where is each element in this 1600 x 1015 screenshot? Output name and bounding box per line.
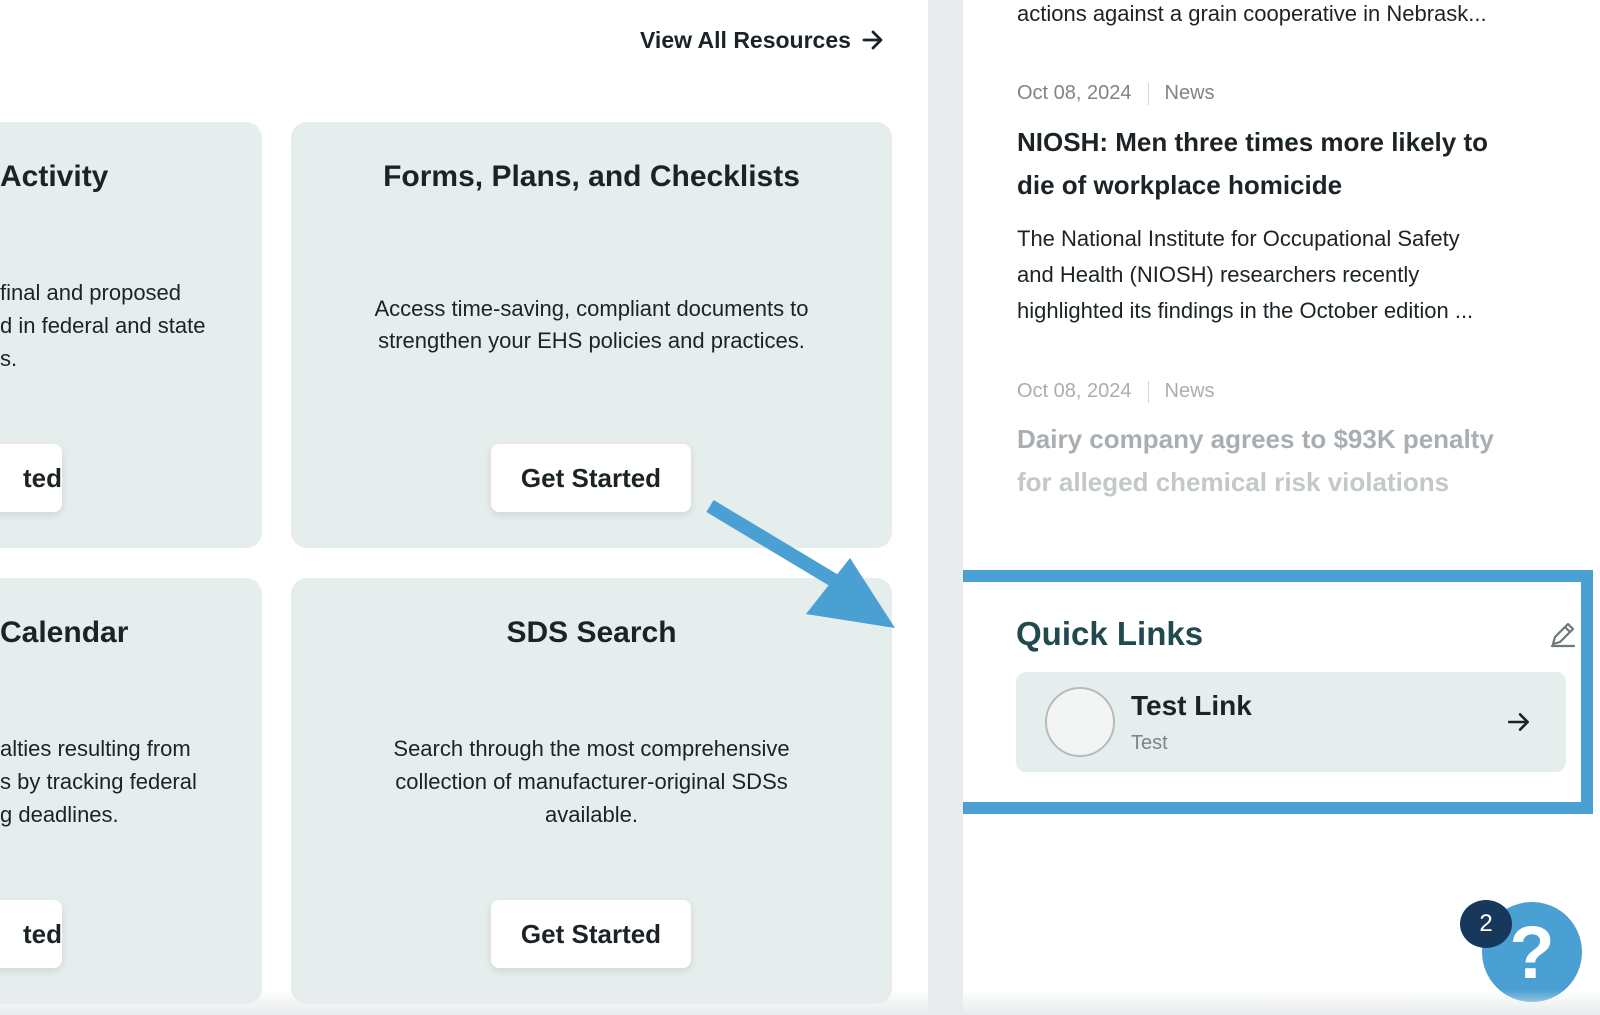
news-category: News	[1164, 380, 1215, 402]
resource-card-calendar: Calendar alties resulting from s by trac…	[0, 578, 262, 1004]
bottom-shadow	[0, 990, 1600, 1015]
card-desc-line: available.	[545, 802, 638, 827]
news-summary-line: The National Institute for Occupational …	[1017, 226, 1460, 251]
get-started-button[interactable]: ted	[0, 444, 62, 512]
help-icon: ?	[1509, 910, 1555, 994]
news-meta: Oct 08, 2024 News	[1017, 82, 1215, 105]
card-desc-line: g deadlines.	[0, 802, 119, 827]
get-started-button[interactable]: Get Started	[491, 444, 691, 512]
get-started-button[interactable]: Get Started	[491, 900, 691, 968]
card-desc-line: s.	[0, 346, 18, 371]
card-desc-line: alties resulting from	[0, 736, 191, 761]
card-desc-line: Search through the most comprehensive	[393, 736, 790, 761]
card-desc-line: final and proposed	[0, 280, 182, 305]
panel-divider	[928, 0, 963, 1015]
meta-divider	[1147, 82, 1149, 105]
resource-card-activity: Activity final and proposed d in federal…	[0, 122, 262, 548]
news-summary-line: highlighted its findings in the October …	[1017, 298, 1474, 323]
news-category: News	[1164, 82, 1215, 104]
news-title-line[interactable]: die of workplace homicide	[1017, 164, 1537, 207]
view-all-label: View All Resources	[640, 26, 851, 53]
quick-link-subtitle: Test	[1131, 732, 1168, 754]
news-date: Oct 08, 2024	[1017, 82, 1132, 104]
news-date: Oct 08, 2024	[1017, 380, 1132, 402]
get-started-button[interactable]: ted	[0, 900, 62, 968]
card-title: Calendar	[0, 616, 129, 649]
link-avatar	[1045, 687, 1115, 757]
arrow-right-icon	[1507, 713, 1529, 731]
quick-links-panel: Quick Links Test Link Test	[963, 570, 1593, 814]
news-title-line[interactable]: Dairy company agrees to $93K penalty	[1017, 418, 1537, 461]
card-desc-line: Access time-saving, compliant documents …	[374, 296, 809, 321]
arrow-right-icon	[862, 30, 883, 50]
news-title-line[interactable]: NIOSH: Men three times more likely to	[1017, 121, 1537, 164]
view-all-resources-link[interactable]: View All Resources	[640, 24, 885, 56]
quick-link-name: Test Link	[1131, 690, 1252, 721]
meta-divider	[1147, 380, 1149, 403]
card-desc-line: s by tracking federal	[0, 769, 197, 794]
news-summary-line: and Health (NIOSH) researchers recently	[1017, 262, 1420, 287]
quick-links-title: Quick Links	[1016, 615, 1204, 652]
annotation-arrow	[706, 499, 895, 628]
card-title: Activity	[0, 160, 109, 193]
card-desc-line: collection of manufacturer-original SDSs	[395, 769, 788, 794]
resource-card-sds-search: SDS Search Search through the most compr…	[291, 578, 892, 1004]
news-meta: Oct 08, 2024 News	[1017, 380, 1215, 403]
news-sidebar: actions against a grain cooperative in N…	[963, 0, 1600, 1015]
resource-card-forms: Forms, Plans, and Checklists Access time…	[291, 122, 892, 548]
news-title-line[interactable]: for alleged chemical risk violations	[1017, 461, 1537, 504]
notification-badge: 2	[1460, 900, 1512, 948]
card-desc-line: d in federal and state	[0, 313, 206, 338]
quick-link-item[interactable]: Test Link Test	[1016, 672, 1566, 772]
pencil-icon[interactable]	[1547, 618, 1579, 650]
news-partial-summary: actions against a grain cooperative in N…	[1017, 1, 1487, 26]
card-desc-line: strengthen your EHS policies and practic…	[378, 328, 805, 353]
card-title: Forms, Plans, and Checklists	[383, 160, 800, 193]
